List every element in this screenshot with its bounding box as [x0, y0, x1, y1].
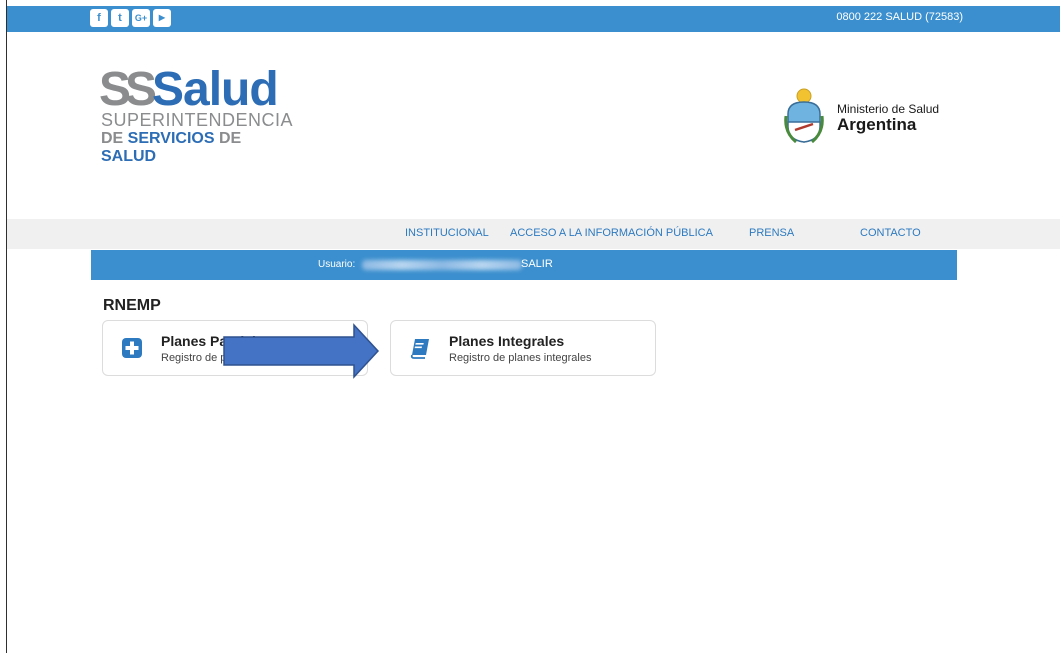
twitter-icon[interactable]: t — [111, 9, 129, 27]
google-plus-icon[interactable]: G+ — [132, 9, 150, 27]
logo-servicios-de-salud: DE SERVICIOS DE SALUD — [101, 130, 242, 165]
nav-acceso-informacion-publica[interactable]: ACCESO A LA INFORMACIÓN PÚBLICA — [510, 219, 713, 249]
ministerio-line2: Argentina — [837, 115, 917, 134]
window-frame-left — [0, 0, 7, 653]
ministerio-logo[interactable]: Ministerio de Salud Argentina — [784, 86, 964, 146]
book-icon — [410, 339, 429, 359]
facebook-icon[interactable]: f — [90, 9, 108, 27]
card-title: Planes Integrales — [449, 333, 565, 349]
phone-number: 0800 222 SALUD (72583) — [836, 11, 963, 23]
nav-prensa[interactable]: PRENSA — [749, 219, 794, 249]
card-planes-integrales[interactable]: Planes Integrales Registro de planes int… — [390, 320, 656, 376]
card-subtitle: Registro de planes integrales — [449, 352, 592, 364]
sssalud-logo[interactable]: SS Salud SUPERINTENDENCIA DE SERVICIOS D… — [99, 63, 293, 166]
youtube-icon[interactable]: ▶ — [153, 9, 171, 27]
top-bar: f t G+ ▶ 0800 222 SALUD (72583) — [7, 6, 1060, 32]
ministerio-line1: Ministerio de Salud — [837, 102, 940, 116]
logo-ss-mark: SS — [99, 63, 157, 116]
user-name-redacted — [362, 260, 522, 270]
main-nav: INSTITUCIONAL ACCESO A LA INFORMACIÓN PÚ… — [7, 219, 1060, 249]
user-bar: Usuario: SALIR — [91, 250, 957, 280]
user-label: Usuario: — [318, 259, 356, 270]
nav-institucional[interactable]: INSTITUCIONAL — [405, 219, 489, 249]
nav-contacto[interactable]: CONTACTO — [860, 219, 921, 249]
logout-link[interactable]: SALIR — [521, 258, 553, 270]
plus-square-icon — [122, 338, 142, 358]
escudo-argentina-icon — [784, 88, 824, 144]
social-links: f t G+ ▶ — [90, 9, 171, 27]
logo-salud-mark: Salud — [152, 63, 279, 116]
logo-superintendencia: SUPERINTENDENCIA — [101, 110, 294, 130]
section-title: RNEMP — [103, 297, 161, 314]
annotation-arrow — [223, 323, 380, 379]
